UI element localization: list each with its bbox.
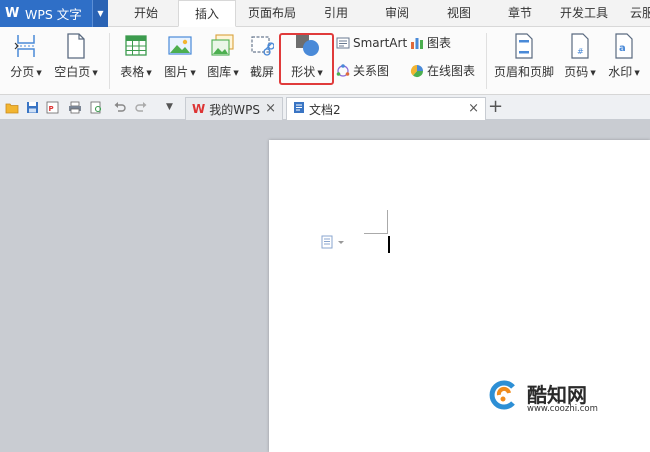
app-menu-button[interactable]: W WPS 文字 ▼ bbox=[0, 0, 108, 27]
page-break-button[interactable]: 分页 ▼ bbox=[6, 33, 46, 80]
online-chart-button[interactable]: 在线图表 bbox=[410, 62, 475, 80]
tab-document-2[interactable]: 文档2 × bbox=[286, 97, 486, 120]
page-number-button[interactable]: # 页码 ▼ bbox=[560, 33, 600, 80]
text-cursor bbox=[388, 236, 390, 253]
watermark-icon: a bbox=[612, 33, 636, 59]
online-chart-icon bbox=[410, 64, 424, 78]
close-icon[interactable]: × bbox=[468, 101, 479, 116]
ribbon-divider bbox=[486, 33, 487, 89]
relation-diagram-label: 关系图 bbox=[353, 64, 390, 78]
chevron-down-icon: ▼ bbox=[233, 68, 239, 77]
shape-highlight-box bbox=[279, 33, 334, 85]
redo-icon[interactable] bbox=[135, 101, 148, 114]
table-icon bbox=[124, 33, 148, 59]
table-label: 表格 bbox=[120, 65, 145, 79]
tab-my-wps[interactable]: W 我的WPS × bbox=[185, 97, 283, 120]
svg-text:#: # bbox=[577, 47, 584, 56]
gallery-button[interactable]: 图库 ▼ bbox=[203, 33, 243, 80]
open-folder-icon[interactable] bbox=[5, 101, 19, 114]
tab-my-wps-label: 我的WPS bbox=[209, 102, 260, 117]
tab-document-2-label: 文档2 bbox=[309, 102, 341, 117]
picture-icon bbox=[168, 33, 192, 59]
screenshot-label: 截屏 bbox=[249, 65, 274, 79]
export-pdf-icon[interactable]: P bbox=[46, 101, 59, 114]
margin-corner-mark bbox=[364, 210, 388, 234]
tab-references[interactable]: 引用 bbox=[308, 0, 364, 27]
page-number-icon: # bbox=[568, 33, 592, 59]
wps-logo-icon: W bbox=[5, 5, 20, 21]
blank-page-icon bbox=[64, 33, 88, 59]
tab-page-layout[interactable]: 页面布局 bbox=[240, 0, 304, 27]
svg-text:P: P bbox=[49, 105, 54, 113]
blank-page-button[interactable]: 空白页 ▼ bbox=[50, 33, 102, 80]
close-icon[interactable]: × bbox=[265, 101, 276, 116]
watermark-label: 水印 bbox=[608, 65, 633, 79]
picture-button[interactable]: 图片 ▼ bbox=[160, 33, 200, 80]
wps-logo-icon: W bbox=[192, 102, 206, 116]
chevron-down-icon: ▼ bbox=[92, 68, 98, 77]
document-icon bbox=[293, 101, 305, 117]
screenshot-button[interactable]: 截屏 bbox=[246, 33, 278, 80]
table-button[interactable]: 表格 ▼ bbox=[116, 33, 156, 80]
smartart-icon bbox=[336, 36, 350, 50]
tab-developer[interactable]: 开发工具 bbox=[552, 0, 616, 27]
picture-label: 图片 bbox=[164, 65, 189, 79]
header-footer-label: 页眉和页脚 bbox=[493, 65, 554, 79]
svg-text:a: a bbox=[619, 43, 626, 54]
tab-cloud[interactable]: 云服 bbox=[620, 0, 650, 27]
new-tab-button[interactable]: + bbox=[488, 96, 503, 118]
header-footer-icon bbox=[512, 33, 536, 59]
save-icon[interactable] bbox=[26, 101, 39, 114]
chart-label: 图表 bbox=[427, 36, 452, 50]
screenshot-icon bbox=[250, 33, 275, 59]
header-footer-button[interactable]: 页眉和页脚 bbox=[493, 33, 555, 80]
document-tab-bar: P ▼ W 我的WPS × 文档2 × + bbox=[0, 95, 650, 120]
chevron-down-icon: ▼ bbox=[634, 68, 640, 77]
print-icon[interactable] bbox=[68, 101, 81, 114]
tab-review[interactable]: 审阅 bbox=[368, 0, 426, 27]
coozhi-logo-icon bbox=[487, 379, 519, 411]
tab-insert[interactable]: 插入 bbox=[178, 0, 236, 27]
site-watermark: 酷知网 www.coozhi.com bbox=[487, 379, 627, 419]
chevron-down-icon: ▼ bbox=[36, 68, 42, 77]
tab-view[interactable]: 视图 bbox=[430, 0, 488, 27]
chevron-down-icon: ▼ bbox=[190, 68, 196, 77]
chevron-down-icon: ▼ bbox=[146, 68, 152, 77]
page-number-label: 页码 bbox=[564, 65, 589, 79]
watermark-brand-url: www.coozhi.com bbox=[527, 404, 598, 414]
smartart-button[interactable]: SmartArt bbox=[336, 34, 407, 52]
chevron-down-icon: ▼ bbox=[590, 68, 596, 77]
gallery-icon bbox=[211, 33, 235, 59]
quick-access-dropdown-icon[interactable]: ▼ bbox=[166, 102, 179, 115]
bar-chart-icon bbox=[410, 36, 424, 50]
online-chart-label: 在线图表 bbox=[427, 64, 476, 78]
relation-diagram-button[interactable]: 关系图 bbox=[336, 62, 389, 80]
blank-page-label: 空白页 bbox=[54, 65, 91, 79]
watermark-button[interactable]: a 水印 ▼ bbox=[604, 33, 644, 80]
undo-icon[interactable] bbox=[113, 101, 126, 114]
relation-diagram-icon bbox=[336, 64, 350, 78]
tab-home[interactable]: 开始 bbox=[118, 0, 174, 27]
ribbon-divider bbox=[109, 33, 110, 89]
page-break-icon bbox=[14, 33, 38, 59]
print-preview-icon[interactable] bbox=[90, 101, 103, 114]
paste-options-icon[interactable] bbox=[321, 235, 349, 252]
page-break-label: 分页 bbox=[10, 65, 35, 79]
chart-button[interactable]: 图表 bbox=[410, 34, 451, 52]
smartart-label: SmartArt bbox=[353, 36, 408, 50]
gallery-label: 图库 bbox=[207, 65, 232, 79]
menu-bar: W WPS 文字 ▼ 开始 插入 页面布局 引用 审阅 视图 章节 开发工具 云… bbox=[0, 0, 650, 27]
app-menu-dropdown-icon[interactable]: ▼ bbox=[92, 0, 108, 27]
app-name: WPS 文字 bbox=[25, 7, 82, 22]
tab-section[interactable]: 章节 bbox=[492, 0, 548, 27]
